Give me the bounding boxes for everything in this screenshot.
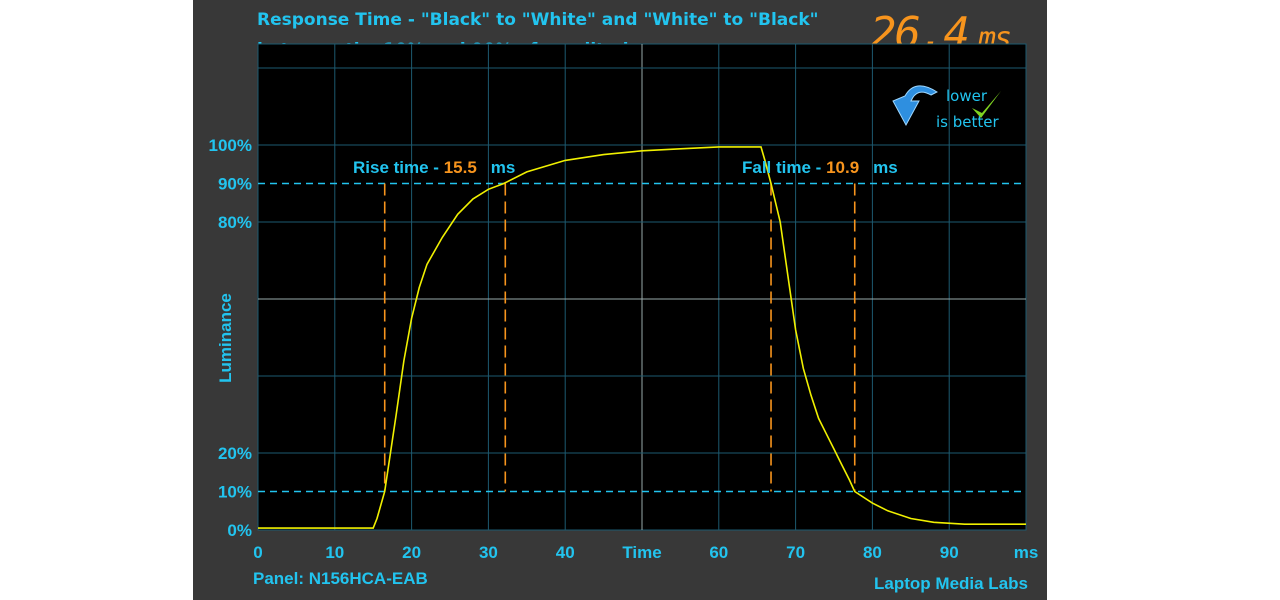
- x-tick-label: 60: [709, 543, 728, 562]
- y-tick-label: 100%: [209, 136, 252, 155]
- x-tick-label: Time: [622, 543, 661, 562]
- response-time-chart: 0 10 20 30 40 Time 60 70 80 90 ms 0% 10% 20% 80% 90% 100…: [209, 43, 1039, 593]
- x-tick-label: 20: [402, 543, 421, 562]
- x-tick-label: 90: [940, 543, 959, 562]
- fall-value: 10.9: [826, 158, 859, 177]
- x-tick-label: 0: [253, 543, 262, 562]
- y-tick-label: 10%: [218, 483, 252, 502]
- panel-model: Panel: N156HCA-EAB: [253, 569, 428, 588]
- fall-annotation: Fall time - 10.9 ms: [742, 158, 898, 177]
- fall-label: Fall time -: [742, 158, 826, 177]
- y-tick-label: 90%: [218, 175, 252, 194]
- x-tick-label: ms: [1014, 543, 1039, 562]
- y-tick-label: 20%: [218, 444, 252, 463]
- y-axis-label: Luminance: [216, 293, 235, 383]
- x-tick-label: 30: [479, 543, 498, 562]
- x-tick-label: 10: [325, 543, 344, 562]
- badge-lower: lower: [946, 87, 988, 105]
- y-tick-label: 80%: [218, 213, 252, 232]
- fall-unit: ms: [873, 158, 898, 177]
- x-tick-label: 40: [556, 543, 575, 562]
- x-tick-label: 80: [863, 543, 882, 562]
- rise-value: 15.5: [444, 158, 477, 177]
- badge-is-better: is better: [936, 113, 999, 131]
- rise-annotation: Rise time - 15.5 ms: [353, 158, 515, 177]
- rise-label: Rise time -: [353, 158, 444, 177]
- rise-unit: ms: [491, 158, 516, 177]
- y-tick-label: 0%: [227, 521, 252, 540]
- brand-label: Laptop Media Labs: [874, 574, 1028, 593]
- x-tick-label: 70: [786, 543, 805, 562]
